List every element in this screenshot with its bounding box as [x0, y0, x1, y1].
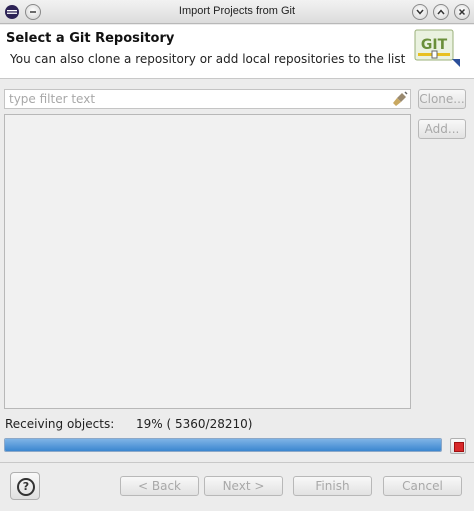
progress-bar — [4, 438, 442, 452]
clone-button-label: Clone... — [419, 92, 465, 106]
finish-button-label: Finish — [315, 479, 350, 493]
footer-divider — [0, 462, 474, 463]
window-title: Import Projects from Git — [178, 5, 296, 17]
next-button[interactable]: Next > — [204, 476, 283, 496]
wizard-header: Select a Git Repository You can also clo… — [0, 25, 474, 79]
finish-button[interactable]: Finish — [293, 476, 372, 496]
cancel-button-label: Cancel — [402, 479, 443, 493]
chevron-down-icon — [416, 9, 424, 15]
back-button-label: < Back — [137, 479, 181, 493]
filter-placeholder: type filter text — [9, 92, 96, 106]
git-logo-icon: GIT — [414, 29, 460, 67]
page-title: Select a Git Repository — [6, 31, 175, 46]
chevron-up-icon — [437, 9, 445, 15]
repository-list[interactable] — [4, 114, 411, 409]
page-description: You can also clone a repository or add l… — [10, 52, 406, 66]
cancel-button[interactable]: Cancel — [383, 476, 462, 496]
add-button[interactable]: Add... — [418, 119, 466, 139]
minimize-button[interactable] — [412, 4, 428, 20]
next-button-label: Next > — [222, 479, 265, 493]
add-button-label: Add... — [424, 122, 460, 136]
help-icon: ? — [17, 478, 35, 496]
close-button[interactable] — [454, 4, 470, 20]
clone-button[interactable]: Clone... — [418, 89, 466, 109]
stop-icon[interactable] — [450, 438, 466, 454]
close-icon — [458, 8, 466, 16]
back-button[interactable]: < Back — [120, 476, 199, 496]
progress-bar-fill — [5, 439, 441, 451]
help-button[interactable]: ? — [10, 472, 40, 500]
window-titlebar: Import Projects from Git — [0, 0, 474, 24]
progress-label: Receiving objects: — [5, 417, 115, 431]
filter-input[interactable]: type filter text — [4, 89, 411, 109]
progress-value: 19% ( 5360/28210) — [136, 417, 253, 431]
maximize-button[interactable] — [433, 4, 449, 20]
clear-filter-icon[interactable] — [392, 91, 408, 107]
